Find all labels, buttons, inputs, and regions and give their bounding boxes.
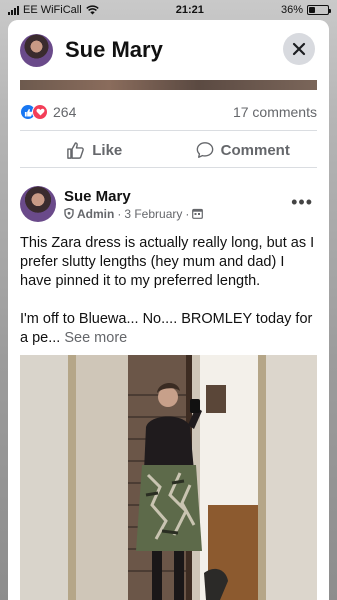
comment-label: Comment (220, 141, 290, 159)
post-meta: Sue Mary Admin · 3 February · (64, 188, 204, 221)
battery-fill (309, 7, 316, 13)
signal-icon (8, 5, 19, 15)
carrier-label: EE WiFiCall (23, 4, 82, 16)
mirror-selfie-image (20, 355, 317, 600)
like-label: Like (92, 141, 123, 159)
battery-percent: 36% (280, 4, 303, 16)
post-paragraph: This Zara dress is actually really long,… (20, 235, 315, 289)
reactions-row: 264 17 comments (20, 100, 317, 124)
divider (20, 167, 317, 168)
love-icon (32, 104, 48, 120)
dot-separator: · (117, 206, 122, 221)
status-right: 36% (280, 4, 331, 16)
author-avatar[interactable] (20, 186, 56, 222)
post-body: This Zara dress is actually really long,… (20, 234, 317, 348)
reaction-count: 264 (53, 104, 77, 120)
post-photo[interactable] (20, 355, 317, 600)
comment-icon (196, 142, 213, 158)
post-date[interactable]: 3 February (124, 207, 182, 221)
reaction-summary[interactable]: 264 (20, 104, 76, 120)
comments-count-link[interactable]: 17 comments (233, 104, 317, 120)
audience-icon (192, 208, 204, 219)
avatar[interactable] (20, 33, 53, 67)
divider (20, 130, 317, 131)
post-header: Sue Mary Admin · 3 February · ••• (20, 184, 317, 224)
action-bar: Like Comment (20, 132, 317, 168)
comment-button[interactable]: Comment (169, 141, 318, 159)
close-button[interactable] (283, 33, 315, 65)
like-button[interactable]: Like (20, 141, 169, 160)
see-more-link[interactable]: See more (64, 330, 127, 346)
close-icon (292, 42, 306, 56)
status-bar: EE WiFiCall 21:21 36% (0, 0, 337, 20)
post-sheet: Sue Mary 264 17 comments Like Comment Su… (8, 20, 329, 600)
post-paragraph: I'm off to Bluewa... No.... BROMLEY toda… (20, 310, 317, 348)
clock: 21:21 (175, 4, 204, 16)
battery-icon (307, 5, 331, 15)
dot-separator: · (185, 206, 190, 221)
previous-photo-edge[interactable] (20, 80, 317, 90)
status-left: EE WiFiCall (8, 4, 99, 16)
page-title[interactable]: Sue Mary (65, 37, 163, 63)
shield-icon (64, 208, 74, 219)
thumbs-up-icon (67, 141, 85, 159)
admin-badge: Admin (77, 206, 115, 221)
more-options-icon[interactable]: ••• (291, 192, 313, 213)
post-subline: Admin · 3 February · (64, 206, 204, 221)
author-name[interactable]: Sue Mary (64, 188, 203, 205)
sheet-header: Sue Mary (8, 20, 329, 80)
wifi-icon (85, 5, 99, 15)
